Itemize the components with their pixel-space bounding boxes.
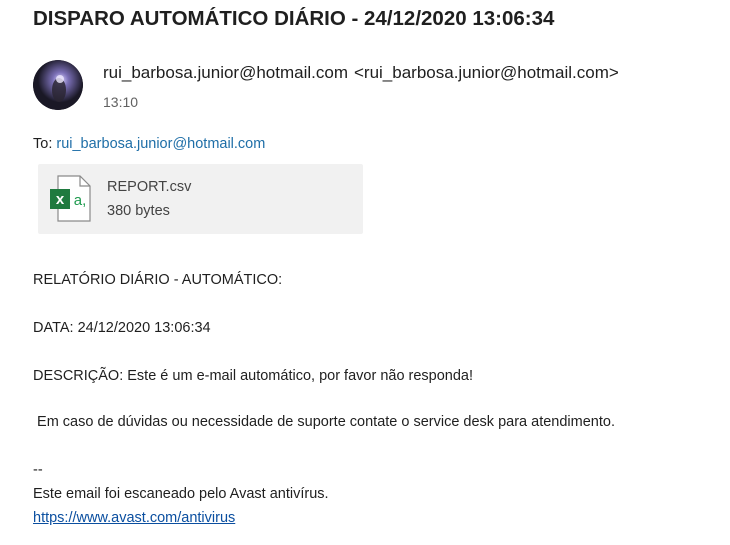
body-heading: RELATÓRIO DIÁRIO - AUTOMÁTICO:	[33, 272, 283, 288]
sender-address: <rui_barbosa.junior@hotmail.com>	[353, 63, 619, 82]
sent-time: 13:10	[103, 94, 139, 110]
sender-avatar[interactable]	[33, 60, 83, 110]
to-label: To:	[33, 136, 53, 152]
signature-text: Este email foi escaneado pelo Avast anti…	[33, 486, 329, 502]
to-line: To: rui_barbosa.junior@hotmail.com	[33, 136, 265, 152]
email-subject: DISPARO AUTOMÁTICO DIÁRIO - 24/12/2020 1…	[33, 7, 555, 30]
recipient-link[interactable]: rui_barbosa.junior@hotmail.com	[56, 136, 265, 152]
attachment-name: REPORT.csv	[107, 179, 192, 195]
sender-name[interactable]: rui_barbosa.junior@hotmail.com	[103, 63, 348, 82]
attachment-size: 380 bytes	[107, 203, 170, 219]
body-date: DATA: 24/12/2020 13:06:34	[33, 320, 211, 336]
sender-line: rui_barbosa.junior@hotmail.com <rui_barbo…	[103, 63, 619, 83]
attachment-card[interactable]: x a, REPORT.csv 380 bytes	[38, 164, 363, 234]
svg-text:x: x	[56, 191, 65, 208]
signature-separator: --	[33, 462, 43, 478]
body-description: DESCRIÇÃO: Este é um e-mail automático, …	[33, 368, 474, 384]
body-support: Em caso de dúvidas ou necessidade de sup…	[33, 414, 615, 430]
avast-link[interactable]: https://www.avast.com/antivirus	[33, 510, 235, 526]
svg-text:a,: a,	[74, 192, 87, 209]
excel-file-icon: x a,	[50, 175, 92, 223]
